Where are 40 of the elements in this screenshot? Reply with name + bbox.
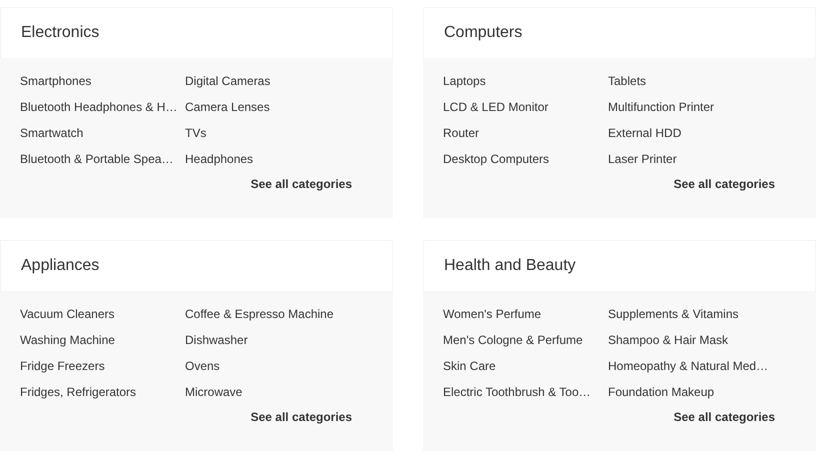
subcategory-link[interactable]: Smartwatch [20,126,185,141]
subcategory-link[interactable]: Electric Toothbrush & Too… [443,385,608,400]
category-title: Computers [444,24,522,42]
subcategory-link[interactable]: Tablets [608,74,798,89]
subcategory-link[interactable]: TVs [185,126,375,141]
subcategory-link[interactable]: Microwave [185,385,375,400]
see-all-link[interactable]: See all categories [250,177,352,191]
subcategory-link[interactable]: Women's Perfume [443,307,608,322]
subcategory-link[interactable]: Headphones [185,152,375,167]
subcategory-link[interactable]: Coffee & Espresso Machine [185,307,375,322]
subcategory-link[interactable]: Homeopathy & Natural Med… [608,359,798,374]
subcategory-link[interactable]: Ovens [185,359,375,374]
category-title: Electronics [21,24,100,42]
subcategory-link[interactable]: Bluetooth Headphones & H… [20,100,185,115]
see-all-link[interactable]: See all categories [250,410,352,424]
subcategory-link[interactable]: Multifunction Printer [608,100,798,115]
subcategory-link[interactable]: Washing Machine [20,333,185,348]
see-all-link[interactable]: See all categories [674,410,775,424]
subcategory-link[interactable]: Dishwasher [185,333,375,348]
subcategory-link[interactable]: Smartphones [20,74,185,89]
subcategory-link[interactable]: Bluetooth & Portable Spea… [20,152,185,167]
subcategory-link[interactable]: Laptops [443,74,608,89]
subcategory-link[interactable]: Shampoo & Hair Mask [608,333,798,348]
subcategory-link[interactable]: Foundation Makeup [608,385,798,400]
see-all-link[interactable]: See all categories [674,177,775,191]
subcategory-link[interactable]: Digital Cameras [185,74,375,89]
subcategory-link[interactable]: External HDD [608,126,798,141]
subcategory-link[interactable]: Router [443,126,608,141]
subcategory-link[interactable]: LCD & LED Monitor [443,100,608,115]
subcategory-link[interactable]: Men's Cologne & Perfume [443,333,608,348]
subcategory-link[interactable]: Fridge Freezers [20,359,185,374]
subcategory-link[interactable]: Skin Care [443,359,608,374]
subcategory-link[interactable]: Vacuum Cleaners [20,307,185,322]
subcategory-link[interactable]: Laser Printer [608,152,798,167]
subcategory-link[interactable]: Desktop Computers [443,152,608,167]
category-title: Appliances [21,257,100,275]
subcategory-link[interactable]: Fridges, Refrigerators [20,385,185,400]
subcategory-link[interactable]: Camera Lenses [185,100,375,115]
category-title: Health and Beauty [444,257,576,275]
subcategory-link[interactable]: Supplements & Vitamins [608,307,798,322]
